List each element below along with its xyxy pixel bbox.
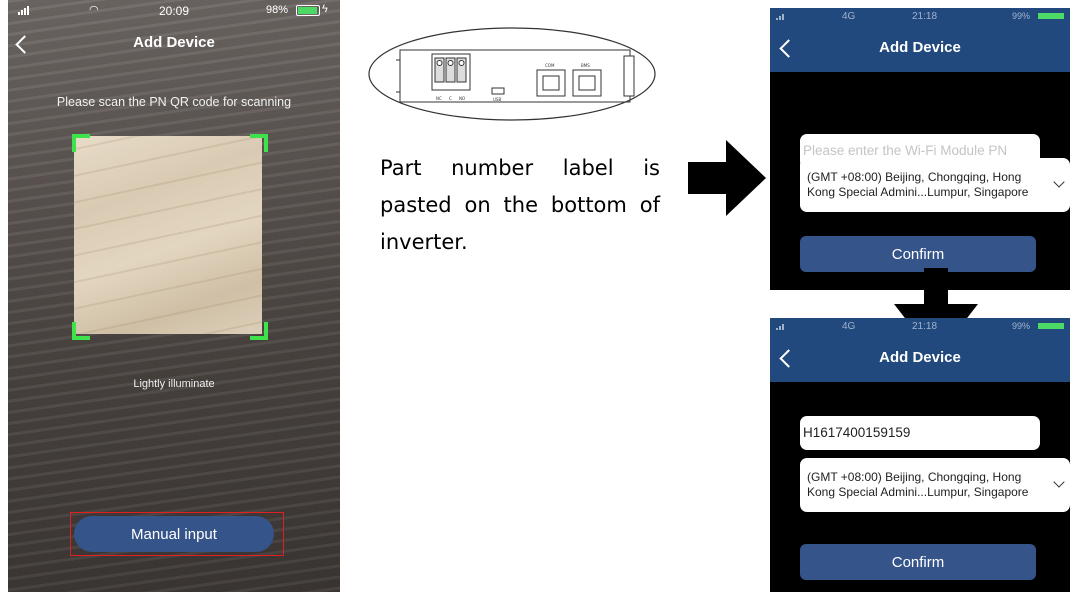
network-type: 4G [842, 11, 856, 22]
confirm-button[interactable]: Confirm [800, 236, 1036, 272]
scan-corner-bl [72, 322, 90, 340]
pn-input-value: H1617400159159 [803, 425, 911, 440]
chevron-down-icon [1053, 176, 1065, 188]
port-label-com: COM [545, 63, 555, 68]
battery-icon [1038, 323, 1064, 329]
timezone-line-2: Kong Special Admini...Lumpur, Singapore [807, 485, 1029, 499]
charging-icon: ϟ [322, 3, 328, 15]
status-time: 20:09 [159, 4, 190, 18]
timezone-select[interactable]: (GMT +08:00) Beijing, Chongqing, Hong Ko… [800, 158, 1070, 212]
signal-icon [776, 324, 788, 330]
status-time: 21:18 [912, 11, 938, 22]
confirm-button[interactable]: Confirm [800, 544, 1036, 580]
add-device-screen-filled: 4G 21:18 99% Add Device H1617400159159 (… [770, 318, 1070, 592]
page-title: Add Device [879, 39, 961, 56]
right-arrow-icon [688, 140, 766, 216]
scan-instruction: Please scan the PN QR code for scanning [56, 95, 292, 109]
battery-icon [1038, 13, 1064, 19]
port-label-no: NO [459, 96, 465, 101]
signal-icon [776, 14, 788, 20]
page-title: Add Device [879, 349, 961, 366]
pn-input[interactable]: H1617400159159 [800, 416, 1040, 450]
add-device-screen-empty: 4G 21:18 99% Add Device Please enter the… [770, 8, 1070, 290]
port-label-usb: USB [493, 97, 501, 102]
port-label-bms: BMS [581, 63, 590, 68]
inverter-bottom-diagram: NC C NO USB COM BMS [368, 27, 656, 121]
signal-icon [18, 6, 34, 15]
timezone-line-1: (GMT +08:00) Beijing, Chongqing, Hong [807, 170, 1022, 184]
battery-percent: 99% [1012, 11, 1031, 21]
pn-input-placeholder: Please enter the Wi-Fi Module PN [803, 143, 1008, 158]
timezone-select[interactable]: (GMT +08:00) Beijing, Chongqing, Hong Ko… [800, 458, 1070, 512]
manual-input-highlight [70, 512, 284, 556]
battery-percent: 99% [1012, 321, 1031, 331]
port-label-nc: NC [436, 96, 442, 101]
battery-percent: 98% [266, 4, 289, 16]
wifi-icon: ◠ [89, 4, 99, 16]
page-title: Add Device [133, 34, 215, 51]
qr-scan-viewfinder [74, 136, 262, 334]
network-type: 4G [842, 321, 856, 332]
scan-corner-tl [72, 134, 90, 152]
illuminate-hint: Lightly illuminate [133, 378, 215, 390]
scan-corner-br [250, 322, 268, 340]
timezone-line-2: Kong Special Admini...Lumpur, Singapore [807, 185, 1029, 199]
port-label-c: C [449, 96, 452, 101]
chevron-down-icon [1053, 476, 1065, 488]
battery-icon [296, 5, 320, 16]
part-number-description: Part number label is pasted on the botto… [380, 156, 660, 254]
scan-corner-tr [250, 134, 268, 152]
timezone-line-1: (GMT +08:00) Beijing, Chongqing, Hong [807, 470, 1022, 484]
status-time: 21:18 [912, 321, 938, 332]
